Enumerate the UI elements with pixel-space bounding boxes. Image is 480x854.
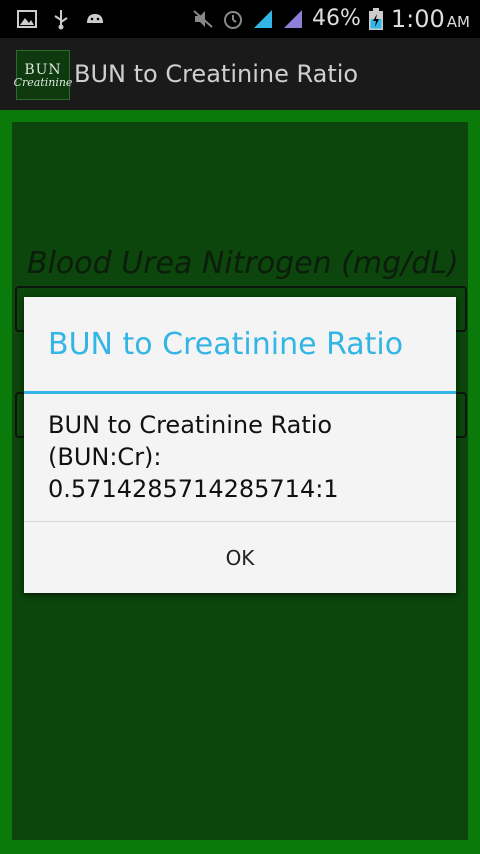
- dialog-title: BUN to Creatinine Ratio: [48, 327, 404, 362]
- ok-button[interactable]: OK: [24, 522, 456, 593]
- dialog-message: BUN to Creatinine Ratio (BUN:Cr): 0.5714…: [48, 409, 438, 505]
- dialog-message-line1: BUN to Creatinine Ratio: [48, 411, 333, 439]
- dialog-message-line2: (BUN:Cr):: [48, 443, 162, 471]
- result-dialog: BUN to Creatinine Ratio BUN to Creatinin…: [24, 297, 456, 593]
- dialog-message-line3: 0.5714285714285714:1: [48, 475, 339, 503]
- dialog-title-divider: [24, 391, 456, 394]
